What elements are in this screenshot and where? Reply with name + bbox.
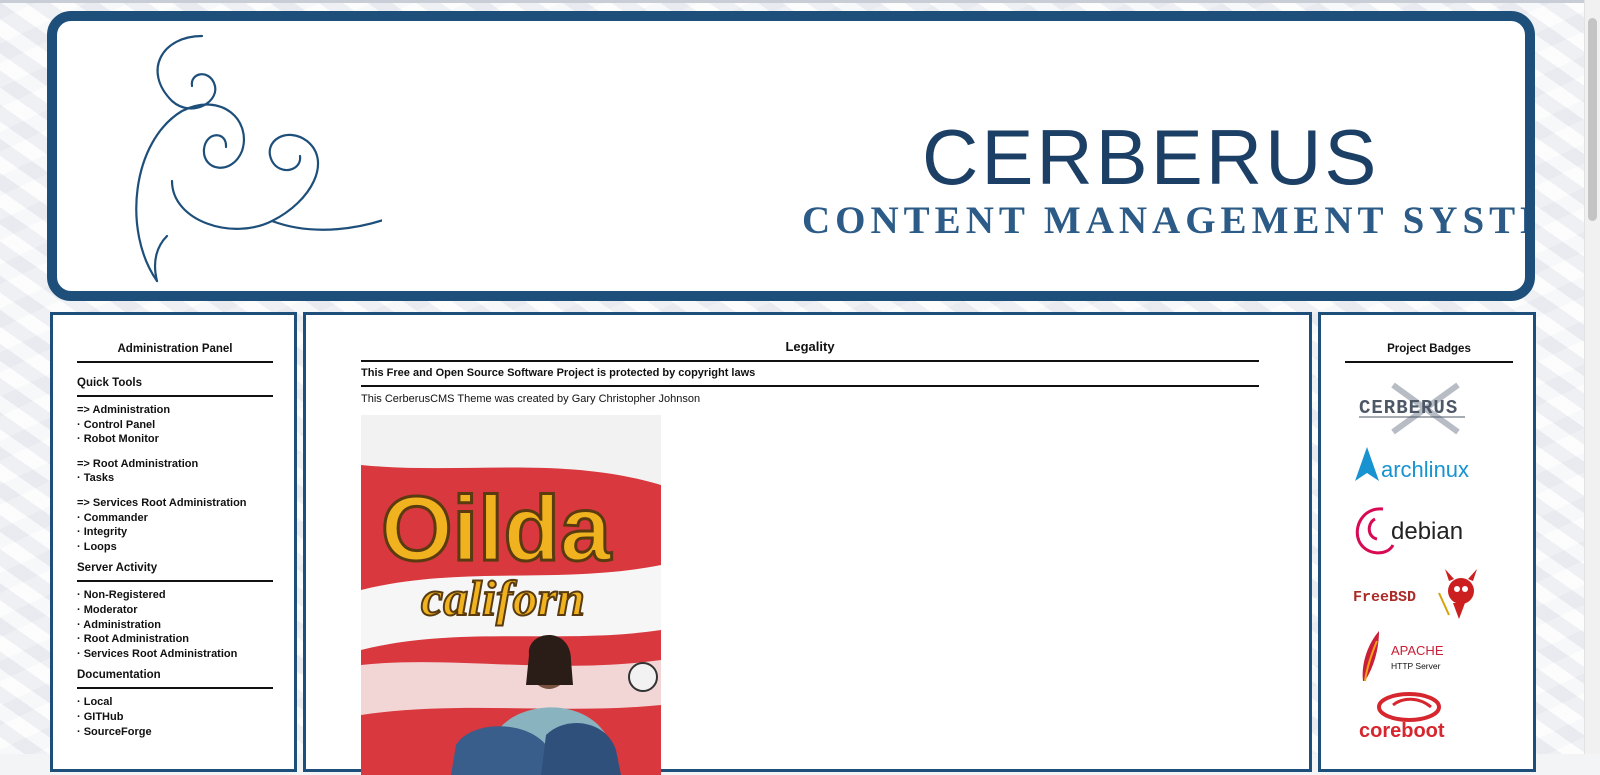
author-photo: Oilda californ	[361, 415, 661, 775]
section-title-server-activity: Server Activity	[77, 562, 273, 583]
svg-text:CERBERUS: CERBERUS	[1359, 397, 1458, 419]
coreboot-badge[interactable]: coreboot	[1345, 687, 1513, 749]
site-title: CERBERUS	[922, 113, 1380, 201]
svg-text:archlinux: archlinux	[1381, 457, 1469, 482]
archlinux-logo-icon: archlinux	[1355, 447, 1469, 482]
nav-link-services-root-administration[interactable]: => Services Root Administration	[77, 496, 273, 511]
browser-top-edge	[0, 0, 1600, 3]
section-title-quick-tools: Quick Tools	[77, 377, 273, 397]
graffiti-photo-image: Oilda californ	[361, 415, 661, 775]
cerberus-badge[interactable]: CERBERUS	[1345, 377, 1513, 439]
debian-badge[interactable]: debian	[1345, 501, 1513, 563]
archlinux-badge[interactable]: archlinux	[1345, 439, 1513, 501]
nav-link-root-administration[interactable]: => Root Administration	[77, 457, 273, 472]
nav-link-loops[interactable]: · Loops	[77, 540, 273, 555]
apache-feather-icon: APACHE HTTP Server	[1362, 631, 1444, 682]
section-title-documentation: Documentation	[77, 669, 273, 690]
site-subtitle: CONTENT MANAGEMENT SYSTEM	[802, 199, 1535, 242]
svg-text:FreeBSD: FreeBSD	[1353, 589, 1416, 606]
admin-sidebar: Administration Panel Quick Tools => Admi…	[50, 312, 297, 772]
nav-link-robot-monitor[interactable]: · Robot Monitor	[77, 432, 273, 447]
svg-text:HTTP Server: HTTP Server	[1391, 661, 1441, 671]
activity-link-administration[interactable]: · Administration	[77, 618, 273, 633]
page-title: Legality	[785, 339, 835, 354]
copyright-notice: This Free and Open Source Software Proje…	[361, 360, 1259, 387]
header-banner: CERBERUS CONTENT MANAGEMENT SYSTEM	[47, 11, 1535, 301]
apache-badge[interactable]: APACHE HTTP Server	[1345, 625, 1513, 687]
sidebar-title: Administration Panel	[77, 343, 273, 363]
nav-link-integrity[interactable]: · Integrity	[77, 525, 273, 540]
doc-link-github[interactable]: · GITHub	[77, 710, 273, 725]
badges-title: Project Badges	[1345, 343, 1513, 363]
nav-link-tasks[interactable]: · Tasks	[77, 471, 273, 486]
doc-link-local[interactable]: · Local	[77, 695, 273, 710]
nav-link-administration[interactable]: => Administration	[77, 403, 273, 418]
activity-link-non-registered[interactable]: · Non-Registered	[77, 588, 273, 603]
page-scrollbar[interactable]	[1584, 0, 1600, 754]
graffiti-word-top: Oilda	[381, 478, 612, 580]
svg-text:debian: debian	[1391, 518, 1463, 545]
nav-link-commander[interactable]: · Commander	[77, 511, 273, 526]
doc-link-sourceforge[interactable]: · SourceForge	[77, 725, 273, 740]
graffiti-word-bottom: californ	[421, 570, 585, 626]
freebsd-logo-icon: FreeBSD	[1353, 569, 1477, 619]
freebsd-badge[interactable]: FreeBSD	[1345, 563, 1513, 625]
svg-text:coreboot: coreboot	[1359, 720, 1445, 742]
activity-link-moderator[interactable]: · Moderator	[77, 603, 273, 618]
main-content: Legality This Free and Open Source Softw…	[303, 312, 1312, 775]
scrollbar-thumb[interactable]	[1588, 18, 1597, 221]
theme-credit: This CerberusCMS Theme was created by Ga…	[361, 393, 701, 405]
activity-link-services-root-administration[interactable]: · Services Root Administration	[77, 647, 273, 662]
debian-logo-icon: debian	[1355, 507, 1463, 555]
coreboot-logo-icon: coreboot	[1359, 692, 1445, 742]
swirl-ornament-icon	[135, 34, 382, 283]
nav-link-control-panel[interactable]: · Control Panel	[77, 418, 273, 433]
activity-link-root-administration[interactable]: · Root Administration	[77, 632, 273, 647]
svg-text:APACHE: APACHE	[1391, 643, 1444, 658]
badges-sidebar: Project Badges CERBERUS archlinux debian	[1318, 312, 1536, 772]
cerberus-logo-icon: CERBERUS	[1359, 382, 1465, 435]
